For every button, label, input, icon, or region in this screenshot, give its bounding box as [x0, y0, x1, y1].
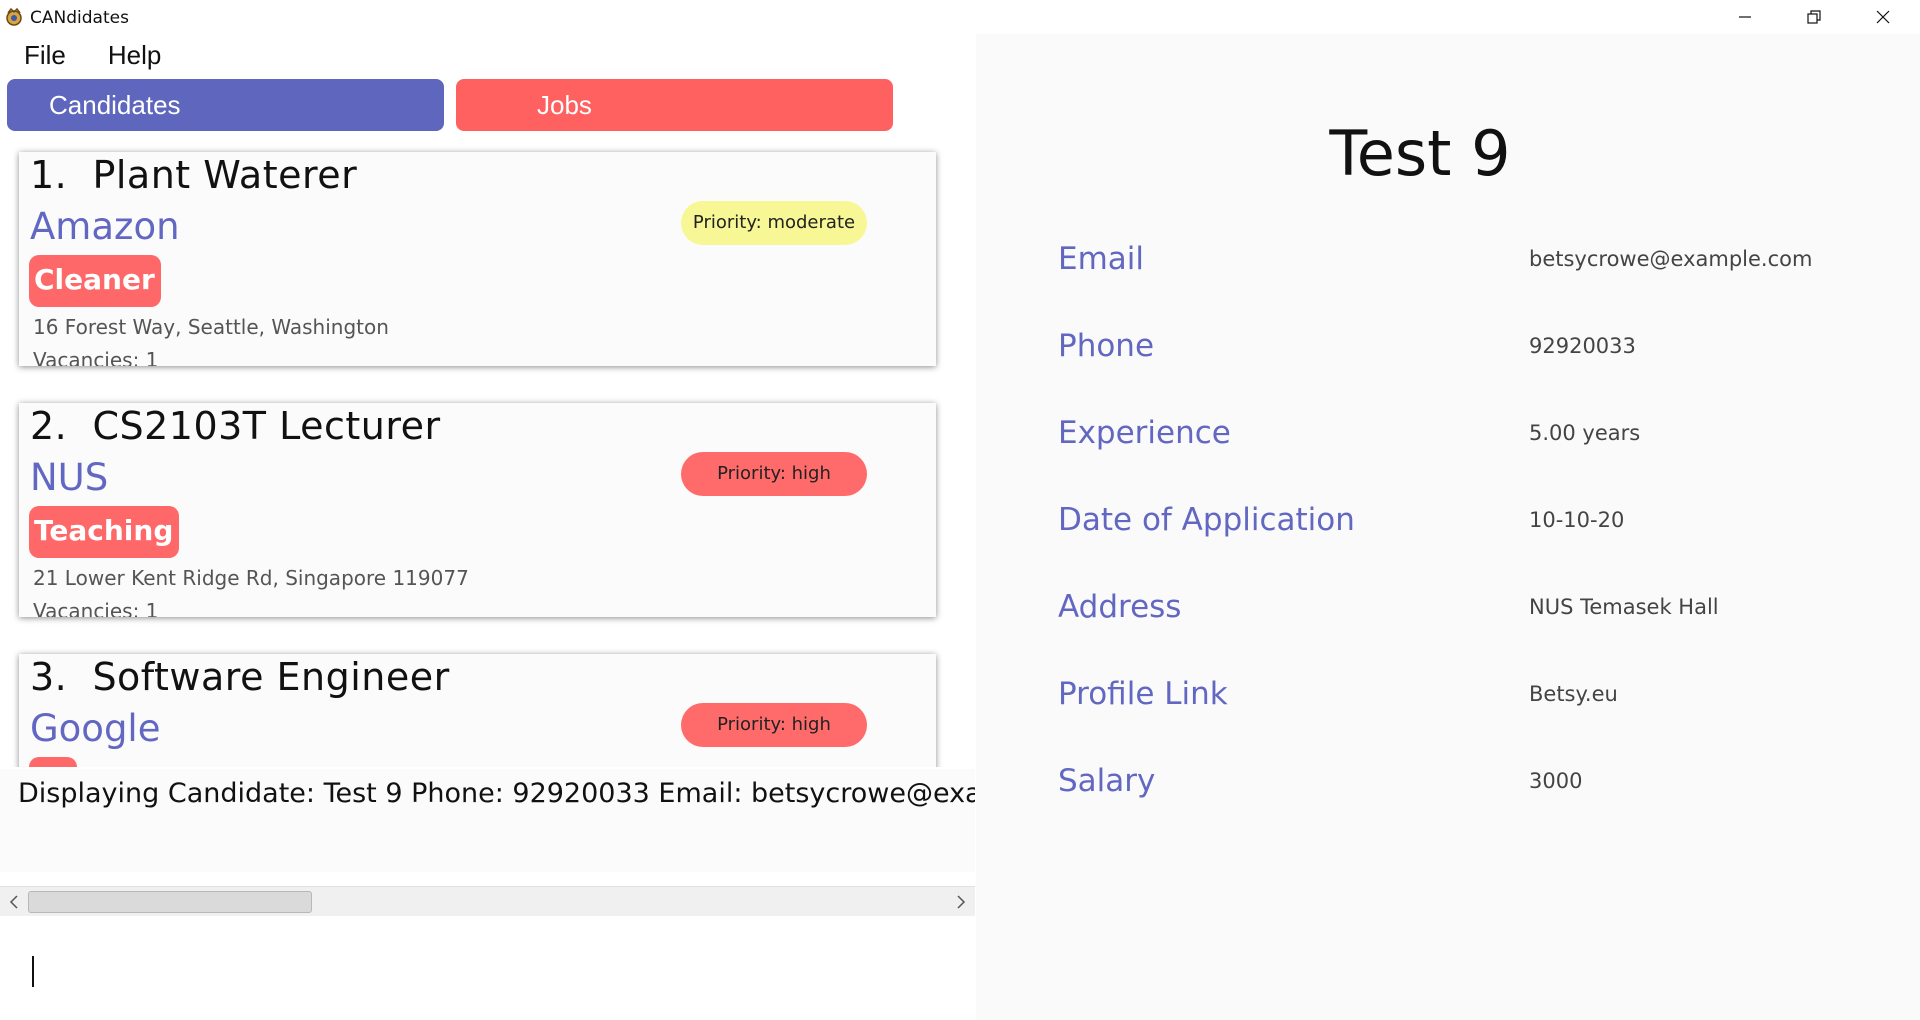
menu-file[interactable]: File [10, 40, 80, 76]
detail-label: Salary [1058, 763, 1156, 799]
result-text: Displaying Candidate: Test 9 Phone: 9292… [18, 778, 975, 809]
job-vacancies: Vacancies: 1 [33, 348, 159, 366]
job-card[interactable]: 2. CS2103T Lecturer NUS Teaching 21 Lowe… [19, 403, 936, 617]
horizontal-scrollbar[interactable] [0, 886, 975, 916]
detail-value: Betsy.eu [1529, 682, 1618, 706]
scrollbar-thumb[interactable] [28, 891, 312, 913]
job-company: Amazon [30, 205, 180, 248]
job-address: 21 Lower Kent Ridge Rd, Singapore 119077 [33, 566, 469, 590]
job-card[interactable]: 3. Software Engineer Google Priority: hi… [19, 654, 936, 767]
title-bar: CANdidates [0, 0, 1920, 36]
job-tag: Teaching [29, 506, 180, 558]
job-card[interactable]: 1. Plant Waterer Amazon Cleaner 16 Fores… [19, 152, 936, 366]
detail-label: Profile Link [1058, 676, 1228, 712]
minimize-button[interactable] [1711, 0, 1779, 34]
detail-value: 5.00 years [1529, 421, 1641, 445]
detail-row-profile-link: Profile Link Betsy.eu [1058, 676, 1858, 716]
command-input[interactable] [0, 916, 975, 1020]
detail-row-salary: Salary 3000 [1058, 763, 1858, 803]
text-caret [32, 956, 34, 987]
detail-row-address: Address NUS Temasek Hall [1058, 589, 1858, 629]
detail-label: Phone [1058, 328, 1155, 364]
detail-label: Date of Application [1058, 502, 1355, 538]
tab-candidates[interactable]: Candidates [7, 79, 444, 131]
detail-row-experience: Experience 5.00 years [1058, 415, 1858, 455]
result-display[interactable]: Displaying Candidate: Test 9 Phone: 9292… [0, 769, 975, 872]
job-vacancies: Vacancies: 1 [33, 599, 159, 617]
detail-row-date-of-application: Date of Application 10-10-20 [1058, 502, 1858, 542]
detail-row-phone: Phone 92920033 [1058, 328, 1858, 368]
job-title: 3. Software Engineer [30, 655, 450, 699]
detail-value: betsycrowe@example.com [1529, 247, 1813, 271]
close-button[interactable] [1849, 0, 1917, 34]
job-tag: Cleaner [29, 255, 161, 307]
app-logo-icon [4, 7, 24, 27]
candidate-detail-panel: Test 9 Email betsycrowe@example.com Phon… [976, 34, 1920, 1020]
detail-value: 92920033 [1529, 334, 1636, 358]
job-company: NUS [30, 456, 109, 499]
detail-value: NUS Temasek Hall [1529, 595, 1719, 619]
job-address: 16 Forest Way, Seattle, Washington [33, 315, 389, 339]
close-icon [1875, 9, 1891, 25]
priority-badge: Priority: high [681, 703, 867, 747]
priority-badge: Priority: moderate [681, 201, 867, 245]
window-title: CANdidates [30, 8, 129, 28]
detail-label: Experience [1058, 415, 1231, 451]
detail-label: Address [1058, 589, 1182, 625]
job-company: Google [30, 707, 161, 750]
restore-button[interactable] [1780, 0, 1848, 34]
job-title: 2. CS2103T Lecturer [30, 404, 441, 448]
detail-value: 10-10-20 [1529, 508, 1625, 532]
job-tag [29, 757, 77, 767]
scroll-left-icon[interactable] [6, 893, 24, 911]
scroll-right-icon[interactable] [951, 893, 969, 911]
restore-icon [1806, 9, 1822, 25]
menu-bar: File Help [10, 40, 175, 76]
detail-label: Email [1058, 241, 1145, 277]
menu-help[interactable]: Help [94, 40, 175, 76]
tab-jobs[interactable]: Jobs [456, 79, 893, 131]
detail-row-email: Email betsycrowe@example.com [1058, 241, 1858, 281]
job-title: 1. Plant Waterer [30, 153, 358, 197]
candidate-name: Test 9 [1329, 117, 1511, 190]
detail-value: 3000 [1529, 769, 1583, 793]
priority-badge: Priority: high [681, 452, 867, 496]
minimize-icon [1737, 9, 1753, 25]
job-list[interactable]: 1. Plant Waterer Amazon Cleaner 16 Fores… [0, 140, 975, 767]
